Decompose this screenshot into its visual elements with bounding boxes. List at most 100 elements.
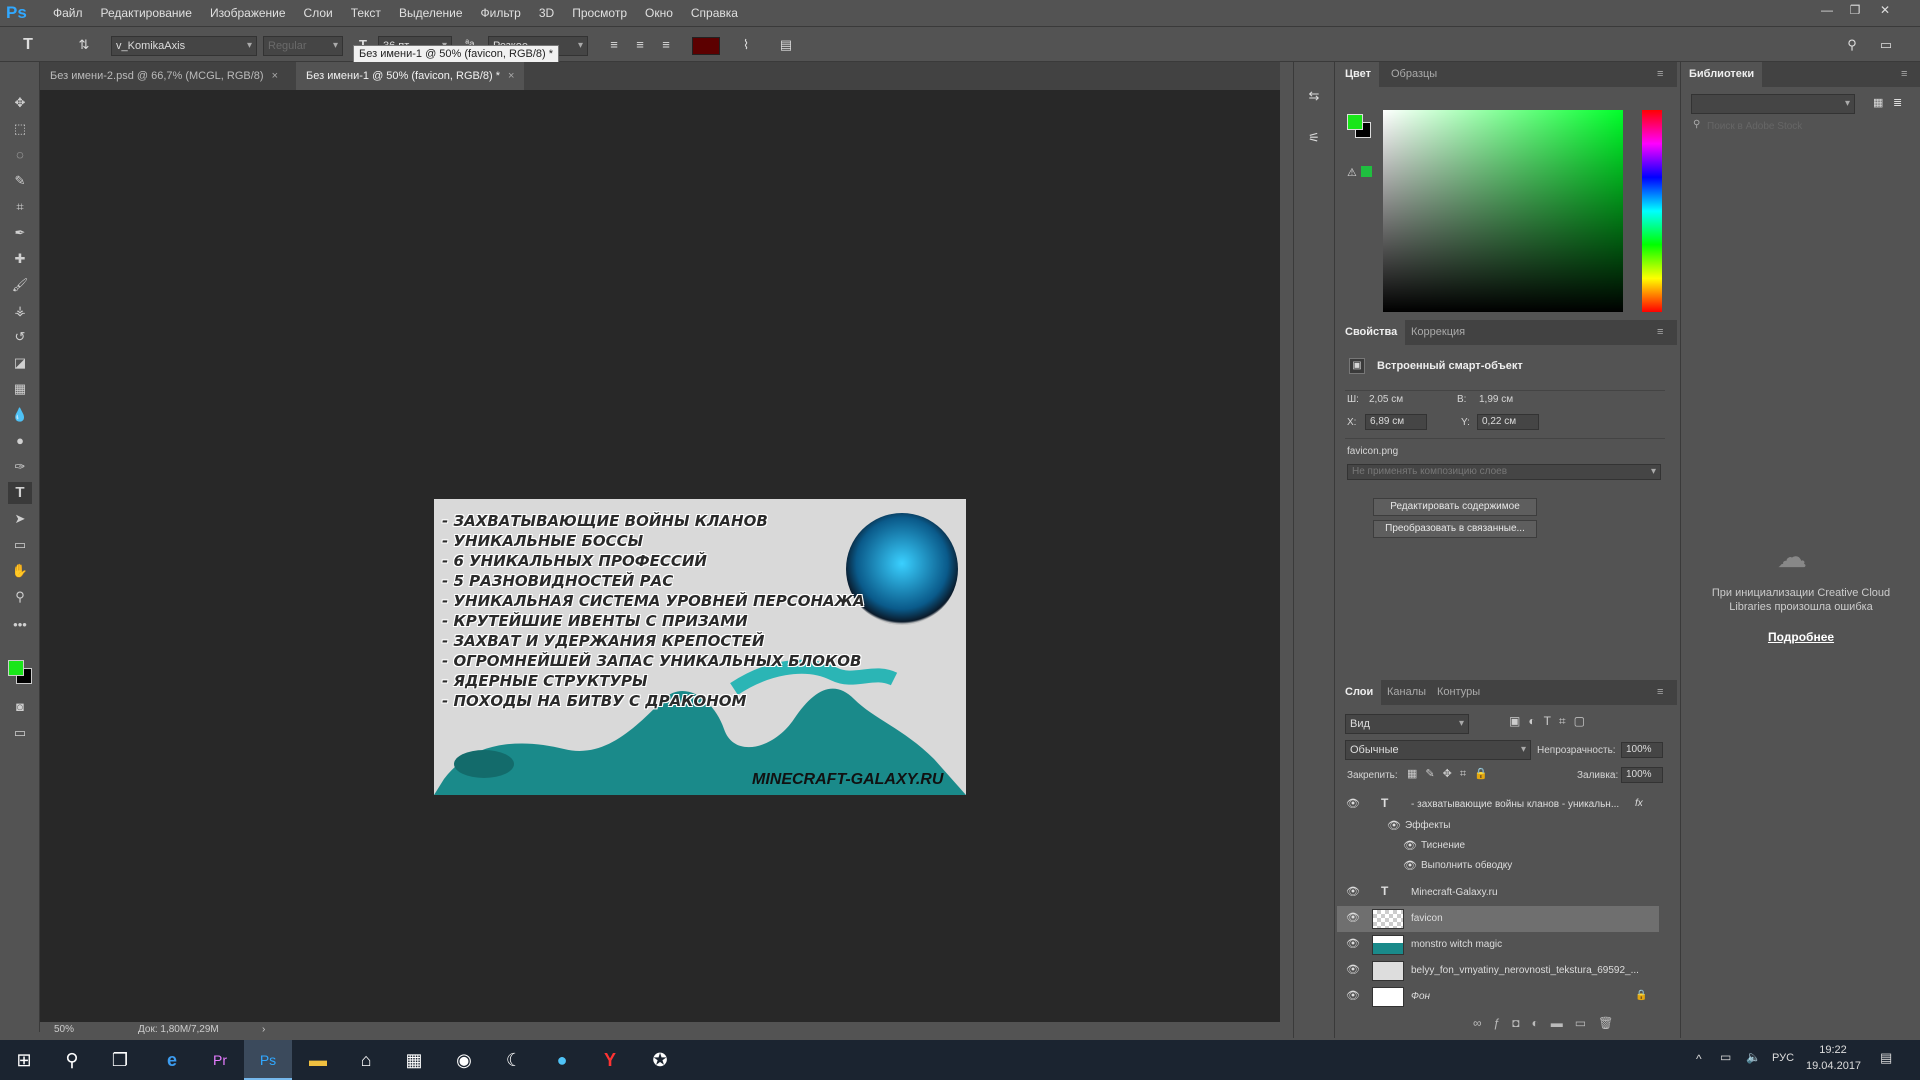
- panel-menu-icon[interactable]: ≡: [1657, 326, 1669, 338]
- color-field[interactable]: [1383, 110, 1623, 312]
- tab-document-1[interactable]: Без имени-1 @ 50% (favicon, RGB/8) * ×: [296, 62, 525, 90]
- x-field[interactable]: 6,89 см: [1365, 414, 1427, 430]
- convert-to-linked-button[interactable]: Преобразовать в связанные...: [1373, 520, 1537, 538]
- panel-menu-icon[interactable]: ≡: [1657, 68, 1669, 80]
- effect-row[interactable]: 👁 Тиснение: [1337, 836, 1659, 856]
- grid-view-icon[interactable]: ▦: [1873, 96, 1883, 109]
- menu-item[interactable]: Редактирование: [92, 0, 201, 27]
- tab-color[interactable]: Цвет: [1337, 62, 1380, 87]
- search-icon[interactable]: ⚲: [48, 1040, 96, 1080]
- path-selection-tool-icon[interactable]: ➤: [8, 508, 32, 530]
- restore-icon[interactable]: ❐: [1842, 0, 1868, 20]
- layer-filter-icons[interactable]: ▣◐T⌗▢: [1509, 714, 1593, 729]
- menu-item[interactable]: Текст: [342, 0, 390, 27]
- zoom-tool-icon[interactable]: ⚲: [8, 586, 32, 608]
- clock-time[interactable]: 19:22: [1806, 1044, 1860, 1056]
- menu-item[interactable]: Файл: [44, 0, 92, 27]
- text-orientation-icon[interactable]: ⇅: [74, 35, 94, 55]
- lock-icons[interactable]: ▦✎✥⌗🔒: [1407, 767, 1496, 781]
- effects-row[interactable]: 👁 Эффекты: [1337, 816, 1659, 836]
- library-select[interactable]: [1691, 94, 1855, 114]
- hand-tool-icon[interactable]: ✋: [8, 560, 32, 582]
- clock-date[interactable]: 19.04.2017: [1806, 1060, 1861, 1072]
- more-tools-icon[interactable]: •••: [8, 614, 32, 636]
- blur-tool-icon[interactable]: 💧: [8, 404, 32, 426]
- tab-properties[interactable]: Свойства: [1337, 320, 1406, 345]
- crop-tool-icon[interactable]: ⌗: [8, 196, 32, 218]
- eye-icon[interactable]: 👁: [1346, 911, 1360, 925]
- edge-icon[interactable]: e: [148, 1040, 196, 1080]
- effect-row[interactable]: 👁 Выполнить обводку: [1337, 856, 1659, 876]
- y-field[interactable]: 0,22 см: [1477, 414, 1539, 430]
- photoshop-taskbar-icon[interactable]: Ps: [244, 1040, 292, 1080]
- tab-close-icon[interactable]: ×: [272, 70, 278, 82]
- character-panel-icon[interactable]: ▤: [776, 35, 796, 55]
- layer-row[interactable]: 👁 T - захватывающие войны кланов - уника…: [1337, 792, 1659, 818]
- tab-swatches[interactable]: Образцы: [1383, 62, 1445, 87]
- chevron-right-icon[interactable]: ›: [262, 1022, 265, 1038]
- move-tool-icon[interactable]: ✥: [8, 92, 32, 114]
- steam-icon[interactable]: ◉: [440, 1040, 488, 1080]
- tray-chevron-icon[interactable]: ^: [1696, 1052, 1702, 1066]
- canvas-area[interactable]: - ЗАХВАТЫВАЮЩИЕ ВОЙНЫ КЛАНОВ - УНИКАЛЬНЫ…: [40, 90, 1280, 1022]
- eye-icon[interactable]: 👁: [1346, 989, 1360, 1003]
- eye-icon[interactable]: 👁: [1346, 937, 1360, 951]
- brush-tool-icon[interactable]: 🖌: [8, 274, 32, 296]
- layer-filter-select[interactable]: Вид: [1345, 714, 1469, 734]
- premiere-icon[interactable]: Pr: [196, 1040, 244, 1080]
- properties-panel-icon[interactable]: ⚟: [1304, 128, 1324, 148]
- stock-search-input[interactable]: Поиск в Adobe Stock: [1691, 118, 1907, 136]
- tab-close-icon[interactable]: ×: [508, 70, 514, 82]
- eye-icon[interactable]: 👁: [1403, 859, 1417, 873]
- layer-footer-icons[interactable]: ∞ƒ◘◐▬▭🗑: [1473, 1016, 1625, 1030]
- task-view-icon[interactable]: ❐: [96, 1040, 144, 1080]
- healing-brush-tool-icon[interactable]: ✚: [8, 248, 32, 270]
- rectangle-tool-icon[interactable]: ▭: [8, 534, 32, 556]
- eye-icon[interactable]: 👁: [1346, 797, 1360, 811]
- eyedropper-tool-icon[interactable]: ✒: [8, 222, 32, 244]
- tab-channels[interactable]: Каналы: [1379, 680, 1434, 705]
- fx-badge[interactable]: fx: [1635, 798, 1643, 809]
- notifications-icon[interactable]: ▤: [1880, 1050, 1892, 1066]
- calculator-icon[interactable]: ▦: [390, 1040, 438, 1080]
- blend-mode-select[interactable]: Обычные: [1345, 740, 1531, 760]
- list-view-icon[interactable]: ≣: [1893, 96, 1902, 109]
- app-icon[interactable]: ✪: [636, 1040, 684, 1080]
- text-color-swatch[interactable]: [692, 37, 720, 55]
- menu-item[interactable]: Изображение: [201, 0, 295, 27]
- layer-comp-select[interactable]: Не применять композицию слоев: [1347, 464, 1661, 480]
- menu-item[interactable]: 3D: [530, 0, 563, 27]
- windows-start-icon[interactable]: ⊞: [0, 1040, 48, 1080]
- eye-icon[interactable]: 👁: [1387, 819, 1401, 833]
- websafe-chip[interactable]: [1361, 166, 1372, 177]
- opacity-field[interactable]: 100%: [1621, 742, 1663, 758]
- align-left-icon[interactable]: ≡: [604, 35, 624, 55]
- eye-icon[interactable]: 👁: [1346, 963, 1360, 977]
- hue-slider[interactable]: [1642, 110, 1662, 312]
- type-tool-preset-icon[interactable]: T: [18, 35, 38, 55]
- language-indicator[interactable]: РУС: [1772, 1052, 1794, 1064]
- minimize-icon[interactable]: —: [1814, 0, 1840, 20]
- quick-select-tool-icon[interactable]: ✎: [8, 170, 32, 192]
- history-brush-tool-icon[interactable]: ↺: [8, 326, 32, 348]
- tab-libraries[interactable]: Библиотеки: [1681, 62, 1763, 87]
- font-style-select[interactable]: Regular: [263, 36, 343, 56]
- menu-item[interactable]: Просмотр: [563, 0, 636, 27]
- tab-document-2[interactable]: Без имени-2.psd @ 66,7% (MCGL, RGB/8) ×: [40, 62, 288, 90]
- menu-item[interactable]: Справка: [682, 0, 747, 27]
- font-family-select[interactable]: v_KomikaAxis: [111, 36, 257, 56]
- explorer-icon[interactable]: ▬: [294, 1040, 342, 1080]
- screen-mode-icon[interactable]: ▭: [8, 722, 32, 744]
- menu-item[interactable]: Фильтр: [472, 0, 530, 27]
- marquee-tool-icon[interactable]: ⬚: [8, 118, 32, 140]
- clone-stamp-tool-icon[interactable]: ⚶: [8, 300, 32, 322]
- yandex-browser-icon[interactable]: Y: [586, 1040, 634, 1080]
- workspace-icon[interactable]: ▭: [1876, 35, 1896, 55]
- gradient-tool-icon[interactable]: ▦: [8, 378, 32, 400]
- type-tool-icon[interactable]: T: [8, 482, 32, 504]
- pen-tool-icon[interactable]: ✑: [8, 456, 32, 478]
- edit-contents-button[interactable]: Редактировать содержимое: [1373, 498, 1537, 516]
- menu-item[interactable]: Выделение: [390, 0, 472, 27]
- document-canvas[interactable]: - ЗАХВАТЫВАЮЩИЕ ВОЙНЫ КЛАНОВ - УНИКАЛЬНЫ…: [434, 499, 966, 795]
- menu-item[interactable]: Окно: [636, 0, 682, 27]
